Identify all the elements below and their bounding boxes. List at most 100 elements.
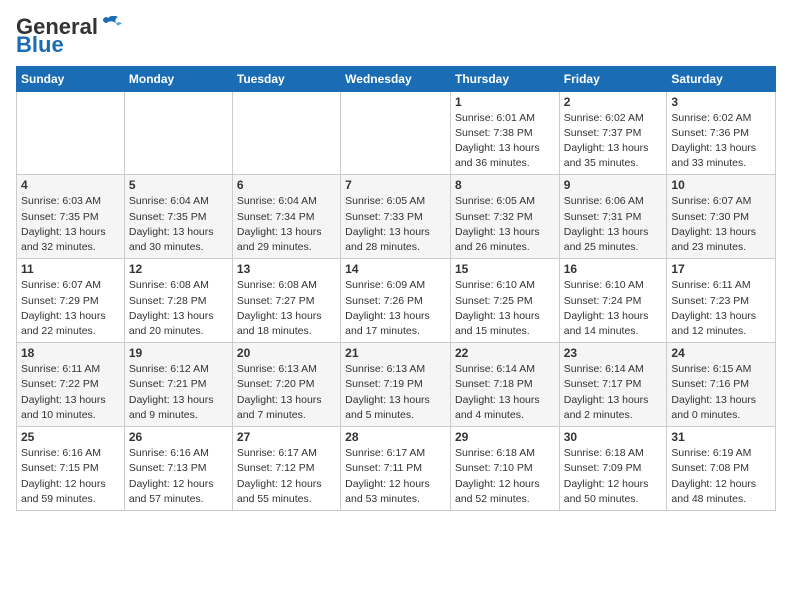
day-info: Sunrise: 6:08 AMSunset: 7:28 PMDaylight:… (129, 278, 228, 339)
calendar-header: SundayMondayTuesdayWednesdayThursdayFrid… (17, 66, 776, 91)
day-number: 27 (237, 430, 336, 444)
day-info: Sunrise: 6:11 AMSunset: 7:22 PMDaylight:… (21, 362, 120, 423)
day-info: Sunrise: 6:04 AMSunset: 7:34 PMDaylight:… (237, 194, 336, 255)
calendar-cell: 27 Sunrise: 6:17 AMSunset: 7:12 PMDayligh… (232, 427, 340, 511)
calendar-cell (17, 91, 125, 175)
day-info: Sunrise: 6:04 AMSunset: 7:35 PMDaylight:… (129, 194, 228, 255)
calendar-table: SundayMondayTuesdayWednesdayThursdayFrid… (16, 66, 776, 511)
day-info: Sunrise: 6:08 AMSunset: 7:27 PMDaylight:… (237, 278, 336, 339)
weekday-header-thursday: Thursday (450, 66, 559, 91)
weekday-header-friday: Friday (559, 66, 667, 91)
day-info: Sunrise: 6:05 AMSunset: 7:32 PMDaylight:… (455, 194, 555, 255)
calendar-cell: 14Sunrise: 6:09 AMSunset: 7:26 PMDayligh… (341, 259, 451, 343)
day-number: 14 (345, 262, 446, 276)
day-number: 15 (455, 262, 555, 276)
calendar-week-5: 25Sunrise: 6:16 AMSunset: 7:15 PMDayligh… (17, 427, 776, 511)
weekday-header-row: SundayMondayTuesdayWednesdayThursdayFrid… (17, 66, 776, 91)
day-info: Sunrise: 6:14 AMSunset: 7:17 PMDaylight:… (564, 362, 663, 423)
weekday-header-sunday: Sunday (17, 66, 125, 91)
calendar-cell: 21 Sunrise: 6:13 AMSunset: 7:19 PMDayligh… (341, 343, 451, 427)
calendar-cell: 11Sunrise: 6:07 AMSunset: 7:29 PMDayligh… (17, 259, 125, 343)
day-number: 9 (564, 178, 663, 192)
day-number: 28 (345, 430, 446, 444)
day-number: 10 (671, 178, 771, 192)
calendar-cell: 23 Sunrise: 6:14 AMSunset: 7:17 PMDayligh… (559, 343, 667, 427)
weekday-header-wednesday: Wednesday (341, 66, 451, 91)
day-info: Sunrise: 6:18 AMSunset: 7:09 PMDaylight:… (564, 446, 663, 507)
day-info: Sunrise: 6:10 AMSunset: 7:24 PMDaylight:… (564, 278, 663, 339)
calendar-body: 1 Sunrise: 6:01 AMSunset: 7:38 PMDaylight… (17, 91, 776, 510)
day-number: 5 (129, 178, 228, 192)
calendar-cell (232, 91, 340, 175)
calendar-cell: 19 Sunrise: 6:12 AMSunset: 7:21 PMDayligh… (124, 343, 232, 427)
calendar-cell: 20 Sunrise: 6:13 AMSunset: 7:20 PMDayligh… (232, 343, 340, 427)
day-number: 21 (345, 346, 446, 360)
day-number: 8 (455, 178, 555, 192)
page-header: General Blue (16, 16, 776, 54)
day-number: 18 (21, 346, 120, 360)
day-number: 6 (237, 178, 336, 192)
day-number: 1 (455, 95, 555, 109)
day-info: Sunrise: 6:07 AMSunset: 7:29 PMDaylight:… (21, 278, 120, 339)
calendar-cell: 17 Sunrise: 6:11 AMSunset: 7:23 PMDayligh… (667, 259, 776, 343)
calendar-cell: 18 Sunrise: 6:11 AMSunset: 7:22 PMDayligh… (17, 343, 125, 427)
calendar-cell: 13 Sunrise: 6:08 AMSunset: 7:27 PMDayligh… (232, 259, 340, 343)
day-info: Sunrise: 6:11 AMSunset: 7:23 PMDaylight:… (671, 278, 771, 339)
day-info: Sunrise: 6:05 AMSunset: 7:33 PMDaylight:… (345, 194, 446, 255)
calendar-cell: 2 Sunrise: 6:02 AMSunset: 7:37 PMDaylight… (559, 91, 667, 175)
calendar-cell: 30Sunrise: 6:18 AMSunset: 7:09 PMDayligh… (559, 427, 667, 511)
weekday-header-tuesday: Tuesday (232, 66, 340, 91)
calendar-cell: 29Sunrise: 6:18 AMSunset: 7:10 PMDayligh… (450, 427, 559, 511)
day-number: 23 (564, 346, 663, 360)
calendar-cell: 15 Sunrise: 6:10 AMSunset: 7:25 PMDayligh… (450, 259, 559, 343)
calendar-cell: 10 Sunrise: 6:07 AMSunset: 7:30 PMDayligh… (667, 175, 776, 259)
logo-blue: Blue (16, 36, 64, 54)
day-number: 3 (671, 95, 771, 109)
calendar-cell: 3 Sunrise: 6:02 AMSunset: 7:36 PMDaylight… (667, 91, 776, 175)
calendar-week-3: 11Sunrise: 6:07 AMSunset: 7:29 PMDayligh… (17, 259, 776, 343)
calendar-cell: 16 Sunrise: 6:10 AMSunset: 7:24 PMDayligh… (559, 259, 667, 343)
weekday-header-saturday: Saturday (667, 66, 776, 91)
day-info: Sunrise: 6:13 AMSunset: 7:20 PMDaylight:… (237, 362, 336, 423)
day-number: 31 (671, 430, 771, 444)
calendar-cell: 28 Sunrise: 6:17 AMSunset: 7:11 PMDayligh… (341, 427, 451, 511)
day-info: Sunrise: 6:17 AMSunset: 7:12 PMDaylight:… (237, 446, 336, 507)
day-number: 19 (129, 346, 228, 360)
day-info: Sunrise: 6:13 AMSunset: 7:19 PMDaylight:… (345, 362, 446, 423)
day-info: Sunrise: 6:02 AMSunset: 7:37 PMDaylight:… (564, 111, 663, 172)
calendar-cell: 6 Sunrise: 6:04 AMSunset: 7:34 PMDaylight… (232, 175, 340, 259)
calendar-cell: 1 Sunrise: 6:01 AMSunset: 7:38 PMDaylight… (450, 91, 559, 175)
day-number: 25 (21, 430, 120, 444)
calendar-cell: 24Sunrise: 6:15 AMSunset: 7:16 PMDayligh… (667, 343, 776, 427)
day-info: Sunrise: 6:16 AMSunset: 7:13 PMDaylight:… (129, 446, 228, 507)
day-number: 4 (21, 178, 120, 192)
day-info: Sunrise: 6:19 AMSunset: 7:08 PMDaylight:… (671, 446, 771, 507)
calendar-cell (341, 91, 451, 175)
day-info: Sunrise: 6:10 AMSunset: 7:25 PMDaylight:… (455, 278, 555, 339)
day-number: 2 (564, 95, 663, 109)
day-number: 20 (237, 346, 336, 360)
day-number: 26 (129, 430, 228, 444)
day-info: Sunrise: 6:17 AMSunset: 7:11 PMDaylight:… (345, 446, 446, 507)
calendar-week-1: 1 Sunrise: 6:01 AMSunset: 7:38 PMDaylight… (17, 91, 776, 175)
weekday-header-monday: Monday (124, 66, 232, 91)
day-number: 17 (671, 262, 771, 276)
calendar-cell: 9Sunrise: 6:06 AMSunset: 7:31 PMDaylight… (559, 175, 667, 259)
day-info: Sunrise: 6:12 AMSunset: 7:21 PMDaylight:… (129, 362, 228, 423)
day-number: 16 (564, 262, 663, 276)
day-number: 12 (129, 262, 228, 276)
day-info: Sunrise: 6:02 AMSunset: 7:36 PMDaylight:… (671, 111, 771, 172)
calendar-cell: 31 Sunrise: 6:19 AMSunset: 7:08 PMDayligh… (667, 427, 776, 511)
calendar-cell: 7 Sunrise: 6:05 AMSunset: 7:33 PMDaylight… (341, 175, 451, 259)
calendar-week-4: 18 Sunrise: 6:11 AMSunset: 7:22 PMDayligh… (17, 343, 776, 427)
calendar-cell: 25Sunrise: 6:16 AMSunset: 7:15 PMDayligh… (17, 427, 125, 511)
day-info: Sunrise: 6:03 AMSunset: 7:35 PMDaylight:… (21, 194, 120, 255)
day-info: Sunrise: 6:07 AMSunset: 7:30 PMDaylight:… (671, 194, 771, 255)
logo: General Blue (16, 16, 122, 54)
calendar-cell (124, 91, 232, 175)
day-number: 7 (345, 178, 446, 192)
calendar-cell: 22Sunrise: 6:14 AMSunset: 7:18 PMDayligh… (450, 343, 559, 427)
day-number: 13 (237, 262, 336, 276)
day-info: Sunrise: 6:01 AMSunset: 7:38 PMDaylight:… (455, 111, 555, 172)
day-info: Sunrise: 6:18 AMSunset: 7:10 PMDaylight:… (455, 446, 555, 507)
